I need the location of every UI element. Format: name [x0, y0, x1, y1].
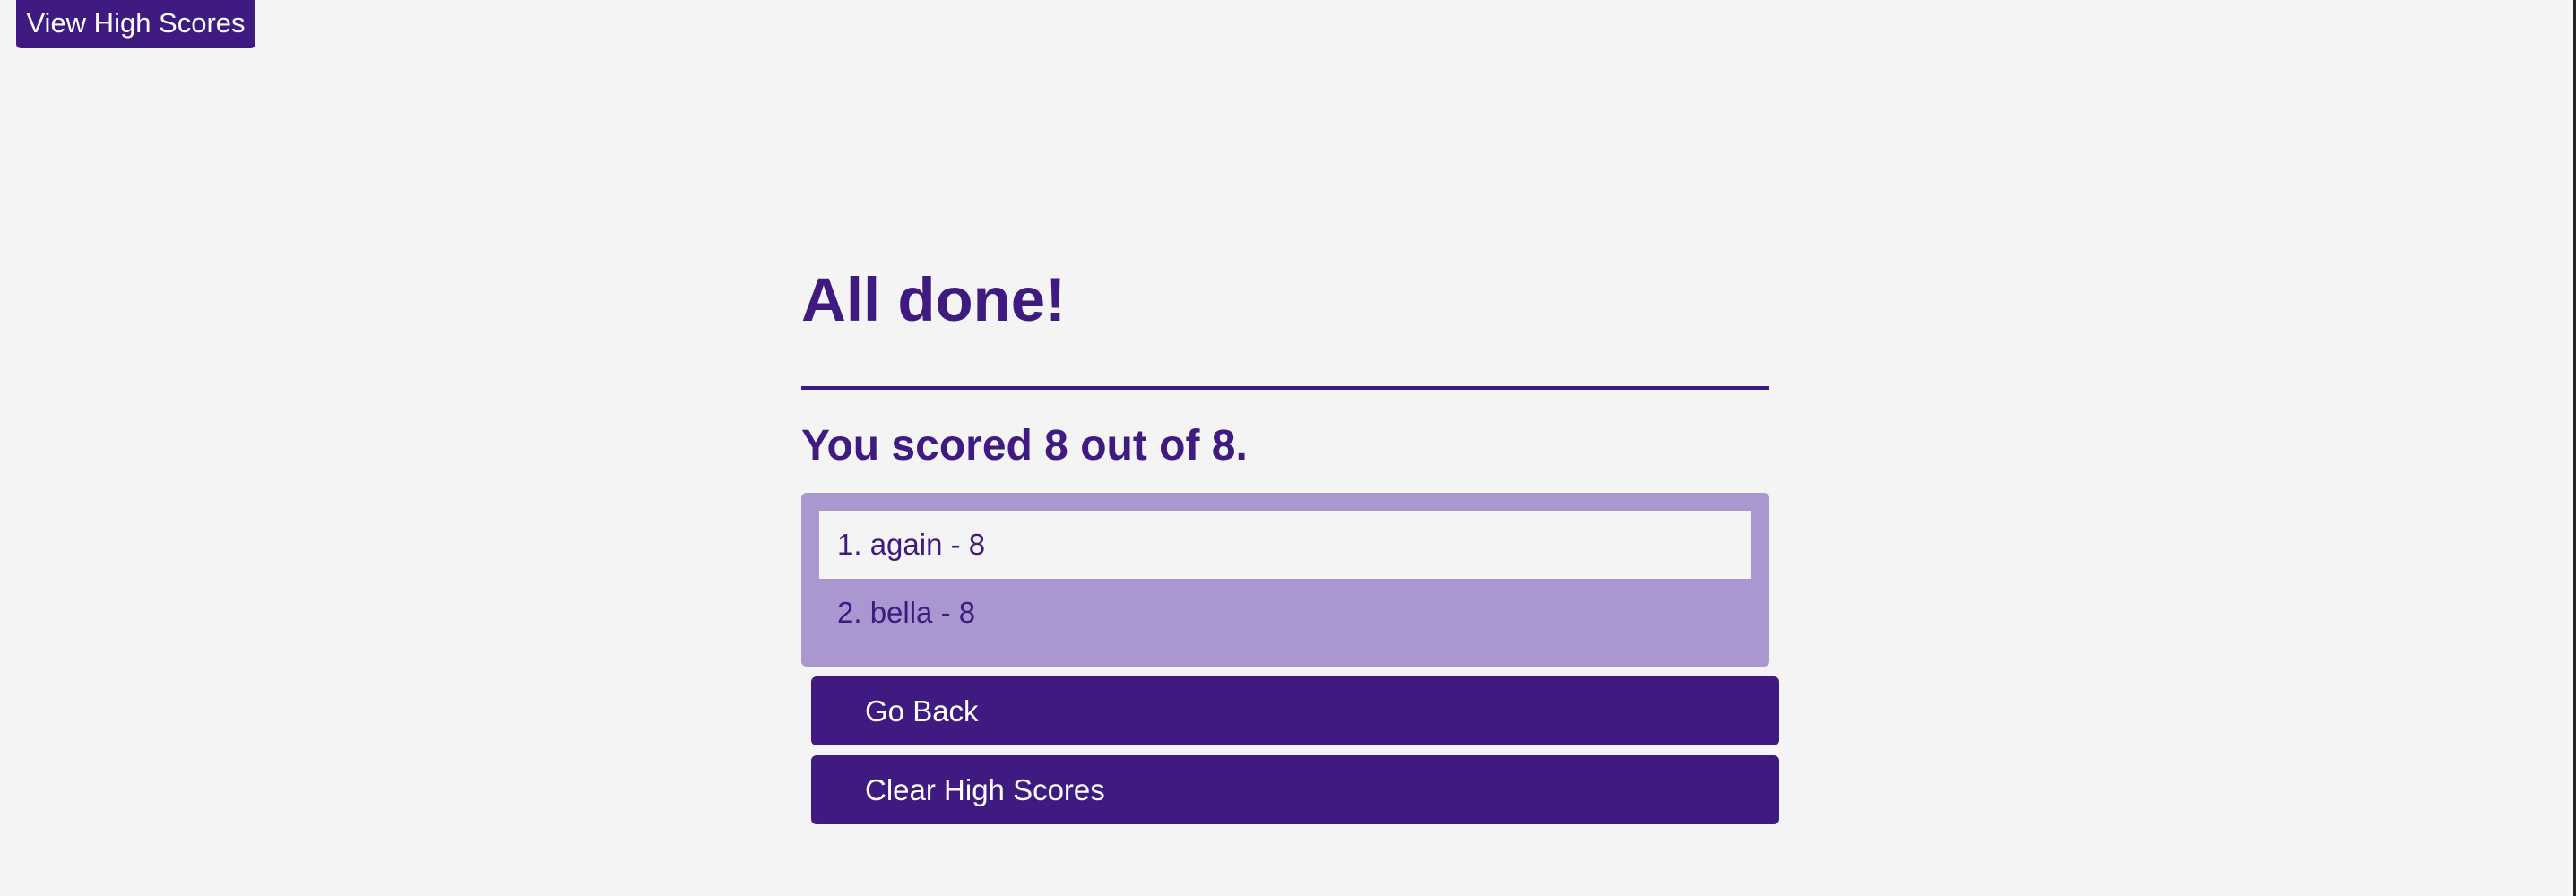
- clear-high-scores-button[interactable]: Clear High Scores: [811, 755, 1779, 824]
- view-high-scores-button[interactable]: View High Scores: [16, 0, 255, 48]
- go-back-button[interactable]: Go Back: [811, 676, 1779, 745]
- title-divider: [801, 386, 1769, 390]
- page: View High Scores All done! You scored 8 …: [0, 0, 2576, 896]
- high-scores-list: 1. again - 8 2. bella - 8: [801, 493, 1769, 667]
- page-title: All done!: [801, 265, 1067, 334]
- high-score-item: 1. again - 8: [819, 511, 1751, 579]
- results-panel: All done! You scored 8 out of 8. 1. agai…: [801, 260, 1779, 824]
- high-score-item: 2. bella - 8: [837, 596, 976, 629]
- score-text: You scored 8 out of 8.: [801, 422, 1248, 470]
